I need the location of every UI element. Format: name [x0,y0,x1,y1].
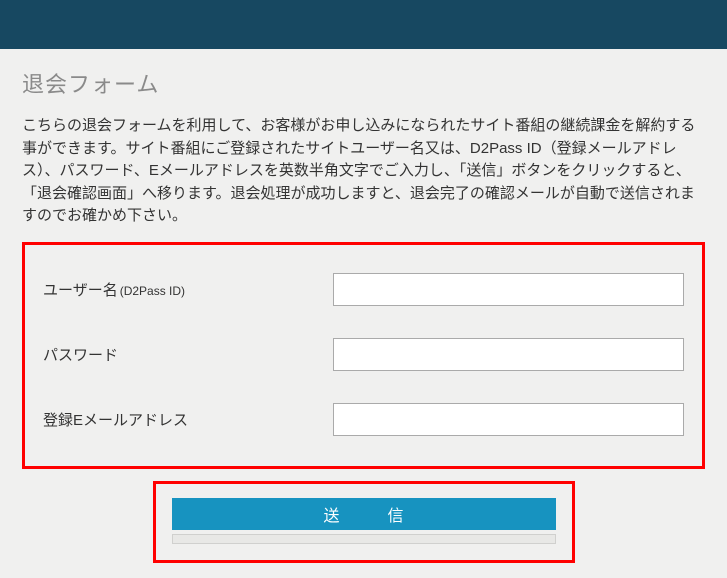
page-header [0,0,727,49]
email-label-container: 登録Eメールアドレス [43,409,333,430]
username-input[interactable] [333,273,684,306]
content-area: 退会フォーム こちらの退会フォームを利用して、お客様がお申し込みになられたサイト… [0,49,727,563]
email-input[interactable] [333,403,684,436]
username-label: ユーザー名 [43,279,118,300]
username-label-container: ユーザー名 (D2Pass ID) [43,279,333,300]
email-label: 登録Eメールアドレス [43,409,188,430]
submit-button[interactable]: 送 信 [172,498,556,530]
page-title: 退会フォーム [22,67,705,99]
form-row-username: ユーザー名 (D2Pass ID) [43,273,684,306]
form-row-password: パスワード [43,338,684,371]
submit-container: 送 信 [153,481,575,563]
form-row-email: 登録Eメールアドレス [43,403,684,436]
password-label-container: パスワード [43,344,333,365]
page-description: こちらの退会フォームを利用して、お客様がお申し込みになられたサイト番組の継続課金… [22,115,705,228]
password-input[interactable] [333,338,684,371]
password-label: パスワード [43,344,118,365]
form-container: ユーザー名 (D2Pass ID) パスワード 登録Eメールアドレス [22,242,705,469]
submit-ghost-bar [172,534,556,544]
username-label-sub: (D2Pass ID) [120,284,185,298]
